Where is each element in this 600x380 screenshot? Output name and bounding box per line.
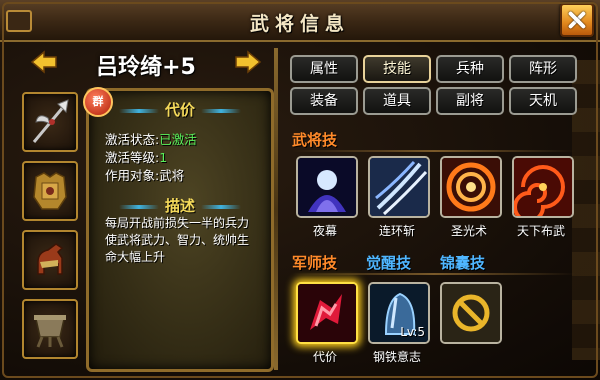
weapon-slot[interactable] (22, 92, 78, 152)
skill-name: 钢铁意志 (372, 350, 421, 364)
activation-status-label: 激活状态: (105, 132, 160, 147)
skill-slot-locked[interactable] (440, 282, 502, 348)
skill-name: 夜幕 (312, 224, 337, 238)
tab-skills[interactable]: 技能 (363, 55, 431, 83)
awaken-skills-label: 觉醒技 (366, 254, 412, 272)
locked-slot-icon (440, 282, 502, 344)
general-info-window: 武将信息 吕玲绮+5 群 代价 激活状态:已激活 激活等级:1 作用对象:武将 … (0, 0, 600, 380)
horse-slot[interactable] (22, 230, 78, 290)
activation-status-value: 已激活 (159, 132, 197, 147)
previous-general-arrow-icon[interactable] (30, 50, 58, 74)
target-value: 武将 (159, 168, 185, 183)
skill-slot-night-curtain[interactable]: 夜幕 (296, 156, 358, 239)
world-martial-icon (512, 156, 574, 218)
bag-skills-label: 锦囊技 (440, 254, 486, 272)
skill-slot-chain-slash[interactable]: 连环斩 (368, 156, 430, 239)
tab-equipment[interactable]: 装备 (290, 87, 358, 115)
night-curtain-icon (296, 156, 358, 218)
skill-slot-cost[interactable]: 代价 (296, 282, 358, 365)
skill-slot-iron-will[interactable]: Lv:5 钢铁意志 (368, 282, 430, 365)
target-label: 作用对象: (105, 168, 160, 183)
general-name: 吕玲绮+5 (96, 55, 196, 80)
activation-level-line: 激活等级:1 (105, 147, 167, 166)
section-separator (292, 150, 576, 152)
horse-icon (37, 243, 64, 275)
title-bar: 武将信息 (0, 0, 600, 42)
skill-slot-world-martial[interactable]: 天下布武 (512, 156, 574, 239)
tab-items[interactable]: 道具 (363, 87, 431, 115)
skill-name: 代价 (312, 350, 337, 364)
activation-level-label: 激活等级: (105, 150, 160, 165)
target-line: 作用对象:武将 (105, 165, 184, 184)
tab-troops[interactable]: 兵种 (436, 55, 504, 83)
equipment-slots (22, 92, 78, 368)
tab-deputy[interactable]: 副将 (436, 87, 504, 115)
panel-divider (274, 48, 278, 370)
cost-section-title: 代价 (89, 99, 271, 120)
skill-slot-holy-light[interactable]: 圣光术 (440, 156, 502, 239)
halberd-icon (32, 99, 69, 143)
strategist-skills-label: 军师技 (292, 254, 338, 272)
tab-tianji[interactable]: 天机 (509, 87, 577, 115)
tab-attributes[interactable]: 属性 (290, 55, 358, 83)
close-button[interactable] (560, 3, 594, 37)
skill-level: Lv:5 (400, 325, 425, 339)
armor-slot[interactable] (22, 161, 78, 221)
next-general-arrow-icon[interactable] (234, 50, 262, 74)
treasure-slot[interactable] (22, 299, 78, 359)
cost-icon (296, 282, 358, 344)
description-section-title: 描述 (89, 195, 271, 216)
general-name-row: 吕玲绮+5 (30, 48, 262, 80)
section-separator (292, 273, 576, 275)
chain-slash-icon (368, 156, 430, 218)
skill-name: 圣光术 (450, 224, 487, 238)
skill-description: 每局开战前损失一半的兵力使武将武力、智力、统帅生命大幅上升 (105, 216, 250, 264)
activation-level-value: 1 (159, 150, 168, 165)
tab-formation[interactable]: 阵形 (509, 55, 577, 83)
skill-name: 连环斩 (378, 224, 415, 238)
iron-will-icon: Lv:5 (368, 282, 430, 344)
general-skills-label: 武将技 (292, 131, 338, 149)
holy-light-icon (440, 156, 502, 218)
activation-status-line: 激活状态:已激活 (105, 129, 197, 148)
armor-icon (33, 172, 67, 210)
window-title: 武将信息 (249, 13, 350, 35)
bronze-vessel-icon (34, 315, 66, 348)
skill-name: 天下布武 (516, 224, 565, 238)
skill-detail-panel: 群 代价 激活状态:已激活 激活等级:1 作用对象:武将 描述 每局开战前损失一… (83, 87, 274, 372)
